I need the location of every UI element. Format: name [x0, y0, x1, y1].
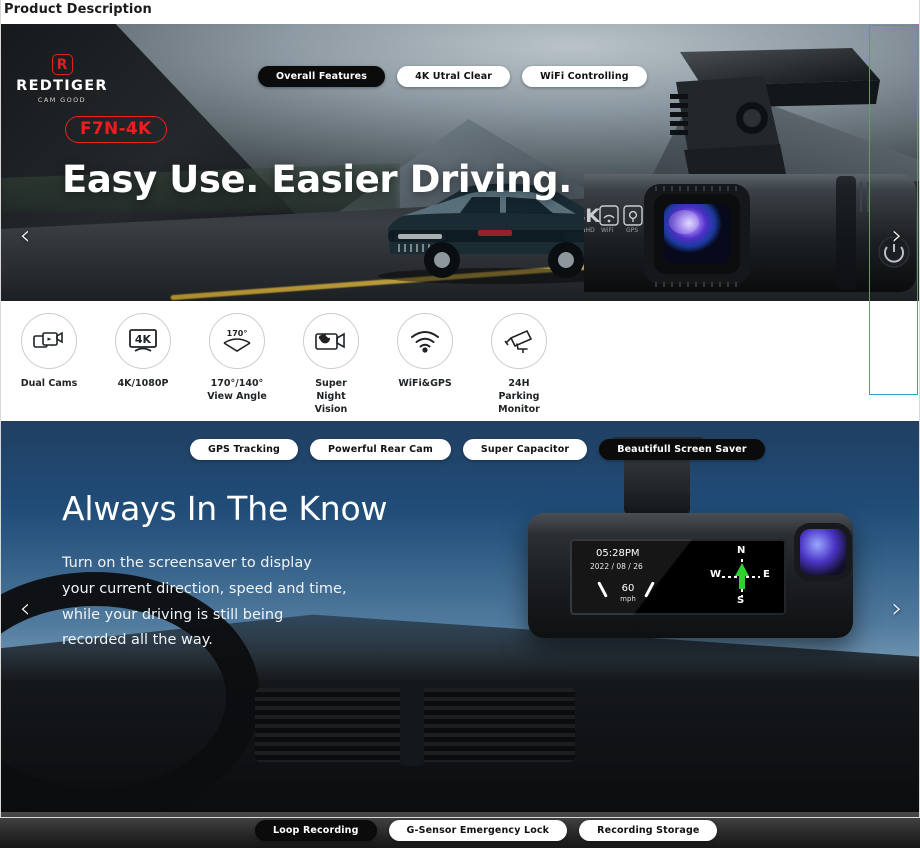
tab-recording-storage[interactable]: Recording Storage	[579, 820, 718, 841]
banner1-next-arrow[interactable]: ›	[884, 218, 910, 252]
svg-text:WiFi: WiFi	[601, 227, 613, 234]
feature-view-angle: 170° 170°/140° View Angle	[206, 313, 268, 404]
tab-overall-features[interactable]: Overall Features	[258, 66, 386, 87]
brand-name: REDTIGER	[16, 78, 108, 94]
banner2-prev-arrow[interactable]: ‹	[12, 591, 38, 625]
view-angle-icon: 170°	[209, 313, 265, 369]
banner1-headline: Easy Use. Easier Driving.	[62, 158, 572, 201]
banner1-tab-list: Overall Features 4K Utral Clear WiFi Con…	[258, 66, 647, 87]
banner-screen-saver: Always In The Know Turn on the screensav…	[0, 421, 920, 812]
banner2-next-arrow[interactable]: ›	[884, 591, 910, 625]
tab-loop-recording[interactable]: Loop Recording	[255, 820, 377, 841]
svg-text:GPS: GPS	[626, 227, 638, 234]
feature-night-vision: Super Night Vision	[300, 313, 362, 416]
tab-super-capacitor[interactable]: Super Capacitor	[462, 439, 588, 460]
monitor-4k-icon: 4K	[115, 313, 171, 369]
wifi-icon	[397, 313, 453, 369]
brand-logo: REDTIGER CAM GOOD	[16, 54, 108, 104]
banner-overall-features: REDTIGER CAM GOOD F7N-4K Easy Use. Easie…	[0, 24, 920, 301]
feature-label: 170°/140° View Angle	[207, 378, 267, 402]
air-vent-divider	[400, 682, 424, 766]
svg-text:170°: 170°	[227, 329, 248, 338]
feature-parking-monitor: 24H Parking Monitor	[488, 313, 550, 416]
svg-text:4K: 4K	[135, 333, 152, 346]
feature-label: 4K/1080P	[117, 378, 169, 389]
tab-4k-ultra-clear[interactable]: 4K Utral Clear	[397, 66, 511, 87]
dashcam-lens	[800, 529, 846, 575]
brand-tagline: CAM GOOD	[37, 96, 87, 104]
tab-g-sensor-emergency-lock[interactable]: G-Sensor Emergency Lock	[388, 820, 568, 841]
banner2-body-text: Turn on the screensaver to display your …	[62, 555, 347, 649]
page-title: Product Description	[4, 2, 152, 17]
screen-glare	[570, 539, 786, 615]
feature-dual-cams: Dual Cams	[18, 313, 80, 391]
dashcam-display-screen: 05:28PM 2022 / 08 / 26 60 mph N S W E	[570, 539, 786, 615]
tab-beautifull-screen-saver[interactable]: Beautifull Screen Saver	[599, 439, 765, 460]
feature-label: Super Night Vision	[314, 378, 348, 415]
feature-label: Dual Cams	[20, 378, 78, 389]
model-badge: F7N-4K	[65, 116, 167, 143]
feature-highlights-row: Dual Cams 4K 4K/1080P 170° 170°/140° Vie…	[0, 301, 920, 421]
banner-recording-features: Loop Recording G-Sensor Emergency Lock R…	[0, 812, 920, 848]
tiger-logo-icon	[51, 54, 73, 75]
tab-powerful-rear-cam[interactable]: Powerful Rear Cam	[310, 439, 451, 460]
banner1-prev-arrow[interactable]: ‹	[12, 218, 38, 252]
tab-wifi-controlling[interactable]: WiFi Controlling	[522, 66, 647, 87]
feature-label: WiFi&GPS	[398, 378, 452, 389]
feature-4k-1080p: 4K 4K/1080P	[112, 313, 174, 391]
security-camera-icon	[491, 313, 547, 369]
feature-wifi-gps: WiFi&GPS	[394, 313, 456, 391]
feature-label: 24H Parking Monitor	[498, 378, 540, 415]
banner2-headline: Always In The Know	[62, 489, 388, 528]
night-vision-icon	[303, 313, 359, 369]
banner2-tab-list: GPS Tracking Powerful Rear Cam Super Cap…	[190, 439, 765, 460]
banner3-tab-list: Loop Recording G-Sensor Emergency Lock R…	[255, 820, 718, 841]
tab-gps-tracking[interactable]: GPS Tracking	[190, 439, 299, 460]
svg-text:UltraHD: UltraHD	[584, 227, 595, 234]
dashcam-screensaver-image: 05:28PM 2022 / 08 / 26 60 mph N S W E	[520, 437, 860, 658]
dual-camera-icon	[21, 313, 77, 369]
svg-text:4K: 4K	[584, 205, 601, 227]
